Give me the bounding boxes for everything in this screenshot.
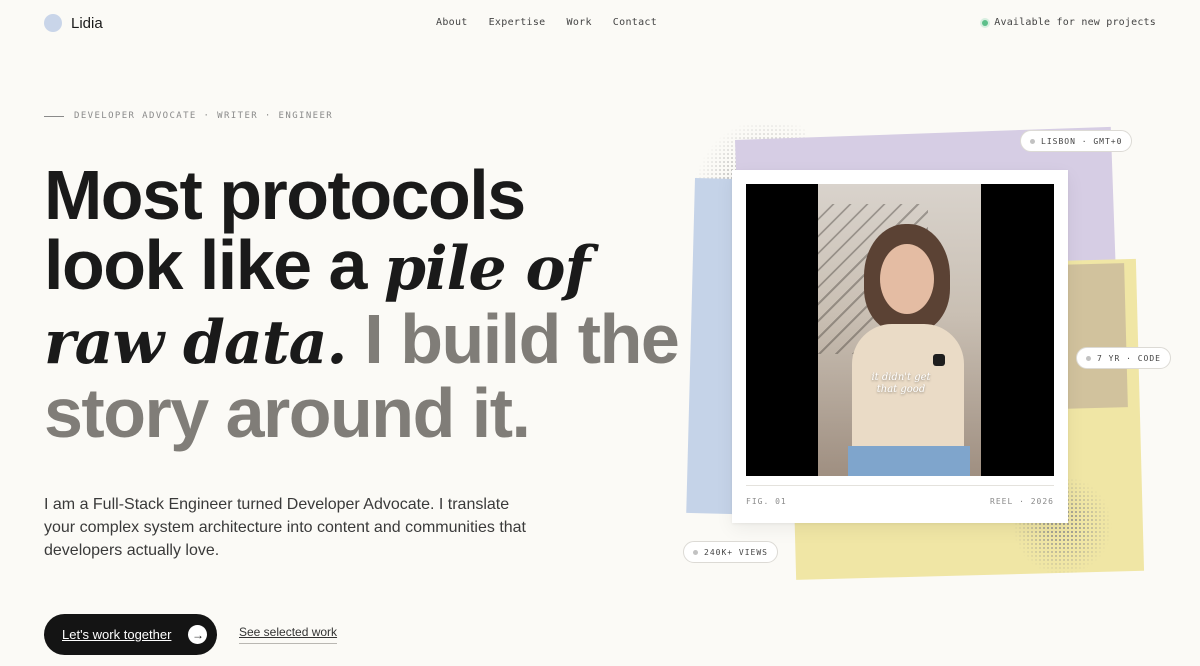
arrow-right-icon: → [188,625,208,644]
eyebrow-text: DEVELOPER ADVOCATE · WRITER · ENGINEER [74,111,334,121]
headline-line-3: raw data. I build the [44,304,680,378]
work-together-label: Let's work together [62,627,172,642]
lapel-mic-icon [933,354,945,366]
video-frame[interactable]: it didn't get that good [746,184,1054,476]
eyebrow-divider [44,115,64,117]
main-nav: About Expertise Work Contact [436,17,657,28]
views-chip-label: 240K+ VIEWS [704,547,768,557]
tan-backdrop-card [1058,263,1128,409]
figure-label: FIG. 01 [746,497,787,506]
experience-chip-label: 7 YR · CODE [1097,353,1161,363]
hero-headline: Most protocols look like a pile of raw d… [44,156,680,452]
brand[interactable]: Lidia [44,14,103,32]
chip-dot-icon [1086,355,1091,361]
location-chip: LISBON · GMT+0 [1020,130,1133,152]
chip-dot-icon [693,549,698,555]
experience-chip: 7 YR · CODE [1076,347,1171,369]
person-jeans [848,446,970,476]
nav-about[interactable]: About [436,17,468,28]
nav-contact[interactable]: Contact [613,17,657,28]
brand-name: Lidia [71,14,103,32]
views-chip: 240K+ VIEWS [683,541,778,563]
reel-label: REEL · 2026 [990,497,1054,506]
work-together-button[interactable]: Let's work together → [44,614,217,655]
hero-eyebrow: DEVELOPER ADVOCATE · WRITER · ENGINEER [44,111,333,121]
availability-label: Available for new projects [994,17,1156,28]
headline-line-3-muted: I build the [346,300,680,378]
video-polaroid-card: it didn't get that good FIG. 01 REEL · 2… [732,170,1068,523]
headline-line-4: story around it. [44,374,531,452]
availability-status: Available for new projects [982,17,1156,28]
polaroid-divider [746,485,1054,486]
headline-line-1: Most protocols [44,156,526,234]
headline-line-3-serif: raw data. [44,308,347,378]
headline-line-2-plain: look like a [44,226,384,304]
hero-lede: I am a Full-Stack Engineer turned Develo… [44,496,526,559]
landing-page: Lidia About Expertise Work Contact Avail… [0,0,1200,666]
brand-logo-dot [44,14,62,32]
chip-dot-icon [1030,138,1035,144]
person-face [880,244,934,314]
video-still: it didn't get that good [818,184,981,476]
headline-line-2-serif: pile of [383,234,590,304]
video-caption: it didn't get that good [871,372,931,395]
nav-work[interactable]: Work [567,17,592,28]
see-selected-work-link[interactable]: See selected work [239,625,338,644]
status-dot-icon [982,19,989,26]
nav-expertise[interactable]: Expertise [489,17,546,28]
location-chip-label: LISBON · GMT+0 [1041,136,1123,146]
headline-line-2: look like a pile of [44,230,664,304]
